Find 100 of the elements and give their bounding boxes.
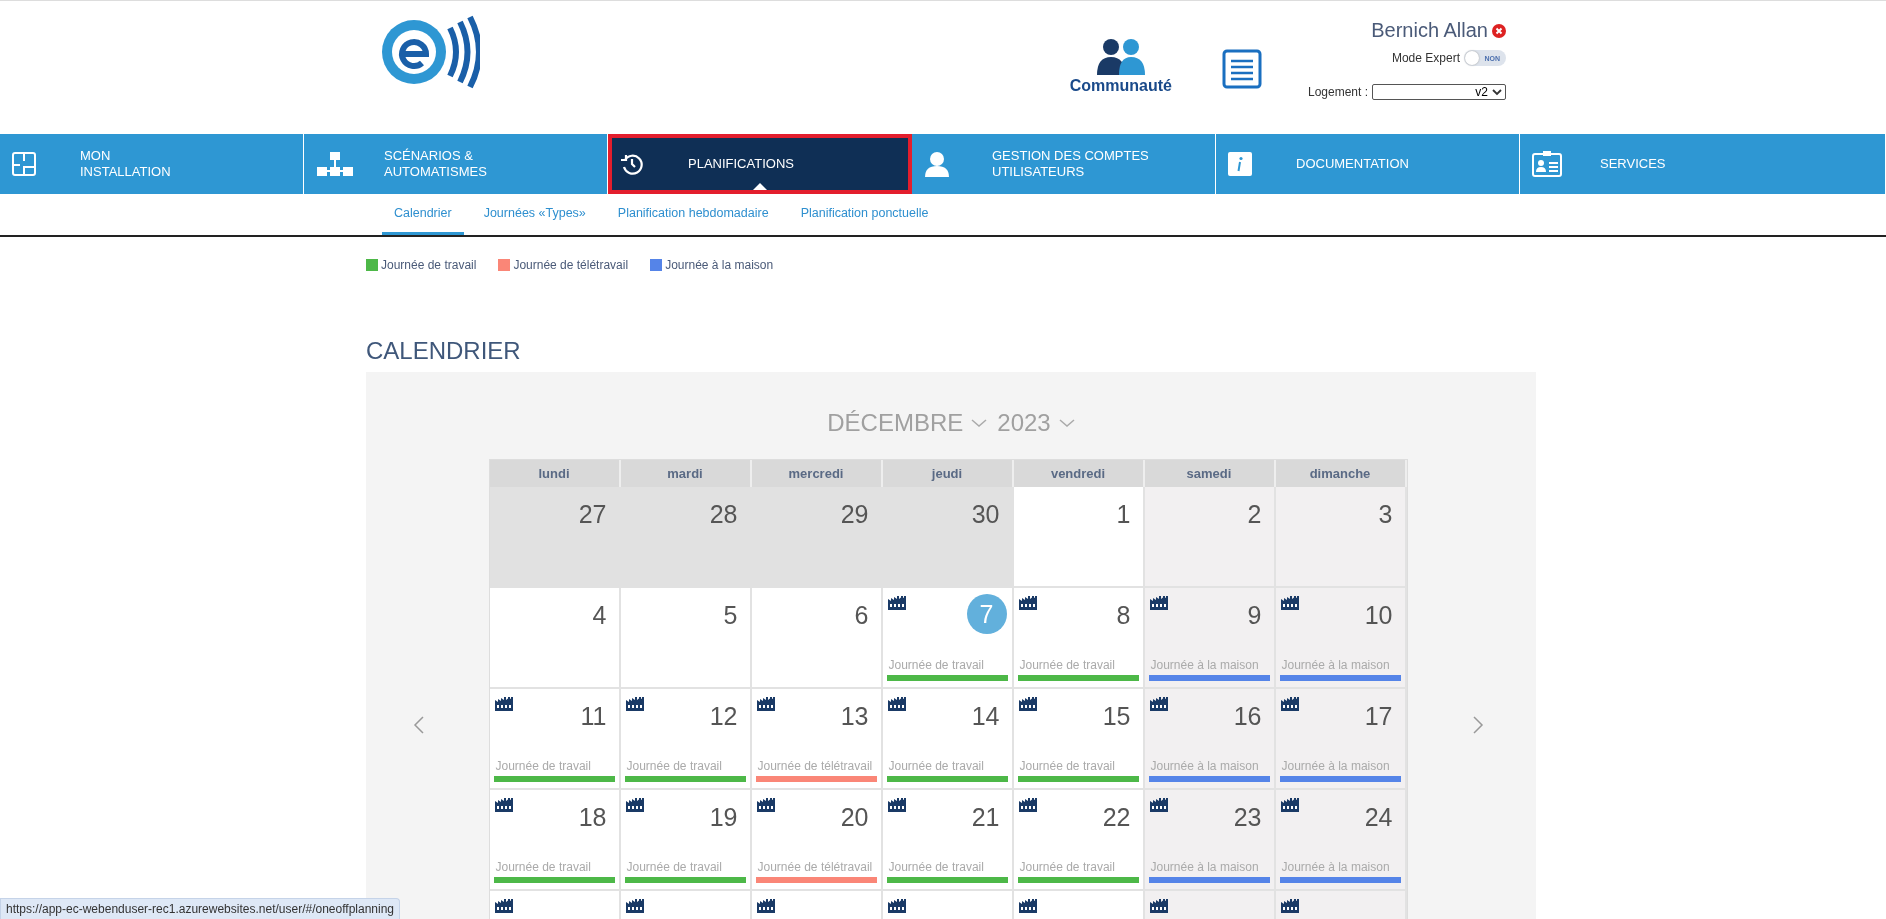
day-number: 1 [1116,499,1131,529]
day-type-label: Journée à la maison [1150,658,1259,672]
factory-icon [887,596,907,610]
day-number: 4 [592,600,607,630]
calendar-day-cell[interactable]: 18 Journée de travail [489,790,621,891]
calendar-day-cell[interactable]: 21 Journée de travail [882,790,1014,891]
day-type-label: Journée de travail [626,759,722,773]
calendar-day-cell[interactable]: 6 [751,588,883,689]
day-number: 14 [971,701,1000,731]
calendar-day-cell[interactable]: 1 [1013,487,1145,588]
weekday-header: vendredi [1013,460,1145,487]
day-type-label: Journée de travail [888,759,984,773]
logement-label: Logement : [1307,85,1368,99]
close-icon[interactable] [1492,23,1506,38]
calendar-day-cell[interactable]: 16 Journée à la maison [1144,689,1276,790]
chevron-down-icon [1492,88,1502,96]
factory-icon [625,798,645,812]
info-icon [1228,152,1252,176]
day-type-label: Journée de travail [1019,759,1115,773]
calendar-day-cell[interactable]: 4 [489,588,621,689]
factory-icon [494,697,514,711]
legend-label: Journée de travail [381,258,477,272]
calendar-day-cell[interactable]: 28 [620,487,752,588]
day-number: 5 [723,600,738,630]
day-type-label: Journée de travail [495,759,591,773]
day-type-label: Journée de travail [495,860,591,874]
day-number: 7 [966,594,1007,634]
day-number: 9 [1247,600,1262,630]
calendar-day-cell[interactable]: 22 Journée de travail [1013,790,1145,891]
day-type-label: Journée de travail [888,658,984,672]
mode-expert-label: Mode Expert [1391,51,1460,65]
calendar-day-cell[interactable]: 14 Journée de travail [882,689,1014,790]
day-number: 28 [709,499,738,529]
day-number: 17 [1364,701,1393,731]
calendar-day-cell[interactable]: 10 Journée à la maison [1275,588,1407,689]
weekday-header: jeudi [882,460,1014,487]
calendar-day-cell[interactable]: 3 [1275,487,1407,588]
factory-icon [494,899,514,913]
day-type-label: Journée de télétravail [757,759,873,773]
day-number: 30 [971,499,1000,529]
factory-icon [1018,798,1038,812]
factory-icon [1149,697,1169,711]
chevron-down-icon [1058,418,1075,428]
community-link[interactable]: Communauté [1069,37,1172,95]
day-number: 15 [1102,701,1131,731]
factory-icon [625,697,645,711]
day-type-label: Journée de travail [1019,658,1115,672]
day-number: 3 [1378,499,1393,529]
day-number: 11 [580,701,607,731]
calendar-day-cell[interactable]: 24 Journée à la maison [1275,790,1407,891]
day-number: 21 [971,802,1000,832]
sub-tab[interactable]: Journées «Types» [471,194,598,235]
calendar-day-cell[interactable]: 30 [882,487,1014,588]
calendar-day-cell[interactable]: 17 Journée à la maison [1275,689,1407,790]
day-number: 16 [1233,701,1262,731]
day-type-label: Journée de travail [1019,860,1115,874]
weekday-header: mercredi [751,460,883,487]
calendar-day-cell[interactable]: 29 [751,487,883,588]
calendar-day-cell[interactable]: 20 Journée de télétravail [751,790,883,891]
factory-icon [887,899,907,913]
weekday-header: dimanche [1275,460,1407,487]
calendar-day-cell[interactable]: 11 Journée de travail [489,689,621,790]
calendar-day-cell[interactable]: 12 Journée de travail [620,689,752,790]
day-type-label: Journée de télétravail [757,860,873,874]
calendar-day-cell[interactable]: 8 Journée de travail [1013,588,1145,689]
pointer-icon [752,183,767,190]
chevron-down-icon [971,418,988,428]
calendar-day-cell[interactable]: 5 [620,588,752,689]
document-icon[interactable] [1221,49,1262,89]
factory-icon [1280,596,1300,610]
calendar-day-cell[interactable]: 13 Journée de télétravail [751,689,883,790]
calendar-day-cell[interactable]: 27 [489,487,621,588]
day-number: 6 [854,600,869,630]
flowchart-icon [316,151,354,177]
weekday-header: samedi [1144,460,1276,487]
day-number: 20 [840,802,869,832]
logement-select[interactable]: v2 [1372,84,1506,100]
calendar-day-cell[interactable]: 9 Journée à la maison [1144,588,1276,689]
sub-tab[interactable]: Planification ponctuelle [788,194,941,235]
legend-label: Journée à la maison [665,258,774,272]
day-number: 18 [578,802,607,832]
factory-icon [887,697,907,711]
nav-tab[interactable]: PLANIFICATIONS [608,134,912,194]
next-month-icon[interactable] [1471,715,1484,735]
factory-icon [887,798,907,812]
sub-tab[interactable]: Calendrier [382,194,464,235]
day-number: 29 [840,499,869,529]
factory-icon [1149,899,1169,913]
id-card-icon [1532,151,1562,177]
floor-plan-icon [12,152,36,176]
sub-tab[interactable]: Planification hebdomadaire [605,194,781,235]
factory-icon [1149,798,1169,812]
calendar-day-cell[interactable]: 2 [1144,487,1276,588]
calendar-day-cell[interactable]: 19 Journée de travail [620,790,752,891]
calendar-day-cell[interactable]: 15 Journée de travail [1013,689,1145,790]
calendar-day-cell[interactable]: 23 Journée à la maison [1144,790,1276,891]
logo-icon [380,14,480,90]
day-type-label: Journée de travail [626,860,722,874]
previous-month-icon[interactable] [412,715,425,735]
day-number: 19 [709,802,738,832]
